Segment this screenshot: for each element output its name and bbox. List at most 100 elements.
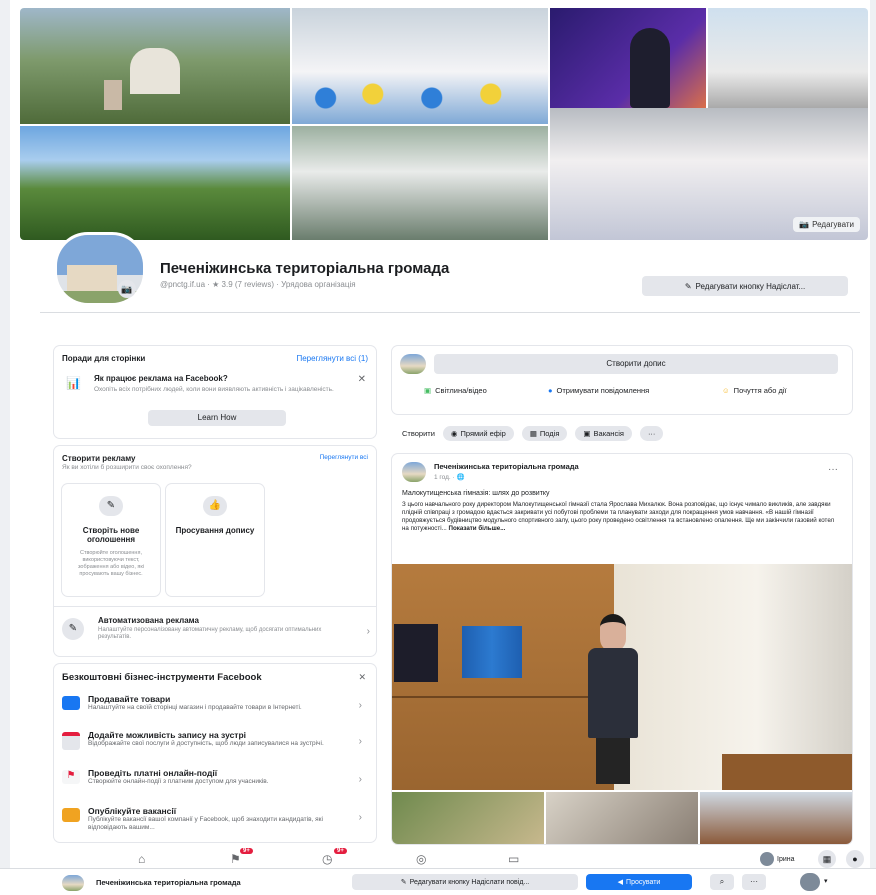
live-button[interactable]: ◉ Прямий ефір — [442, 426, 514, 441]
wand-icon: ✎ — [62, 618, 84, 640]
get-messages-button[interactable]: ● Отримувати повідомлення — [548, 386, 649, 395]
person-figure — [582, 614, 642, 784]
post-thumbnail[interactable] — [546, 792, 698, 844]
search-icon[interactable]: ⌕ — [710, 874, 734, 890]
event-icon: ⚑ — [62, 770, 80, 784]
tips-title: Поради для сторінки — [62, 354, 146, 363]
see-more-link[interactable]: Показати більше... — [449, 525, 506, 532]
pencil-icon: ✎ — [400, 879, 407, 886]
composer-card: Створити допис ▣ Світлина/відео ● Отримува… — [392, 346, 852, 414]
chevron-down-icon[interactable]: ▾ — [824, 877, 828, 885]
marketplace-icon[interactable]: ◎ — [416, 852, 426, 866]
menu-grid-icon[interactable]: ▦ — [818, 850, 836, 868]
create-post-input[interactable]: Створити допис — [434, 354, 838, 374]
wooden-cabinet — [392, 564, 614, 790]
profile-switcher[interactable]: Ірина — [760, 852, 795, 866]
tools-card: Безкоштовні бізнес-інструменти Facebook … — [54, 664, 376, 842]
pencil-icon: ✎ — [684, 281, 692, 291]
chevron-right-icon[interactable]: › — [367, 626, 370, 637]
tools-title: Безкоштовні бізнес-інструменти Facebook — [62, 672, 262, 683]
edit-send-button[interactable]: ✎ Редагувати кнопку Надіслат... — [642, 276, 848, 296]
tool-sell-products[interactable]: Продавайте товари Налаштуйте на своїй сто… — [62, 694, 368, 712]
close-icon[interactable]: ✕ — [358, 672, 366, 683]
flag-icon[interactable]: ⚑ — [230, 852, 241, 866]
auto-ads-title[interactable]: Автоматизована реклама — [98, 616, 199, 625]
chevron-right-icon: › — [358, 700, 362, 711]
sticky-page-name: Печеніжинська територіальна громада — [96, 878, 241, 887]
event-button[interactable]: ▦ Подія — [521, 426, 568, 441]
close-icon[interactable]: ✕ — [358, 374, 366, 385]
notification-badge: 9+ — [334, 848, 347, 854]
ads-icon[interactable]: ▭ — [508, 852, 519, 866]
boost-post-option[interactable]: 👍 Просування допису — [166, 484, 264, 596]
divider — [40, 312, 860, 313]
create-bar: Створити ◉ Прямий ефір ▦ Подія ▣ Вакансія ·… — [402, 426, 664, 441]
photo-video-button[interactable]: ▣ Світлина/відео — [424, 386, 487, 395]
chart-icon: 📊 — [66, 376, 81, 390]
ads-card: Створити рекламу Як ви хотіли б розширит… — [54, 446, 376, 656]
messenger-icon[interactable]: ● — [846, 850, 864, 868]
avatar — [760, 852, 774, 866]
post-thumbnail[interactable] — [700, 792, 852, 844]
post-headline: Малокутищенська гімназія: шлях до розвит… — [402, 490, 550, 497]
briefcase-icon: ▣ — [583, 429, 591, 438]
create-ad-text: Створюйте оголошення, використовуючи тек… — [77, 550, 145, 577]
home-icon[interactable]: ⌂ — [138, 852, 145, 866]
create-ad-option[interactable]: ✎ Створіть нове оголошення Створюйте ого… — [62, 484, 160, 596]
chevron-right-icon: › — [358, 812, 362, 823]
promote-button[interactable]: ◀ Просувати — [586, 874, 692, 890]
avatar[interactable] — [800, 873, 820, 891]
post-body: З цього навчального року директором Мало… — [402, 501, 835, 532]
avatar — [400, 354, 426, 374]
notification-badge: 9+ — [240, 848, 253, 854]
clock-icon[interactable]: ◷ — [322, 852, 332, 866]
camera-icon[interactable]: 📷 — [118, 280, 136, 298]
post-author[interactable]: Печеніжинська територіальна громада — [434, 462, 579, 471]
tips-see-all-link[interactable]: Переглянути всі (1) — [296, 354, 368, 363]
page-subtitle: @pnctg.if.ua · ★ 3.9 (7 reviews) · Урядо… — [160, 280, 356, 289]
camera-icon: 📷 — [799, 220, 810, 229]
cover-parade-photo — [708, 8, 868, 124]
smile-icon: ☺ — [722, 386, 730, 395]
cover-photo[interactable]: 📷 Редагувати — [20, 8, 868, 240]
cover-group-photo — [292, 126, 548, 240]
create-ad-title: Створіть нове оголошення — [82, 526, 140, 544]
more-icon[interactable]: ··· — [742, 874, 766, 890]
post-card: Печеніжинська територіальна громада 1 го… — [392, 454, 852, 844]
more-icon[interactable]: ··· — [639, 426, 664, 441]
sticky-page-bar: Печеніжинська територіальна громада ✎ Ред… — [0, 868, 876, 895]
avatar — [402, 462, 426, 482]
boost-post-title: Просування допису — [175, 526, 255, 535]
post-photo[interactable] — [392, 564, 852, 790]
feeling-button[interactable]: ☺ Почуття або дії — [722, 386, 787, 395]
avatar — [62, 875, 84, 891]
cover-speaker-photo — [550, 8, 706, 124]
post-time[interactable]: 1 год. · 🌐 — [434, 473, 465, 481]
messenger-icon: ● — [548, 386, 553, 395]
tool-paid-events[interactable]: ⚑ Проведіть платні онлайн-події Створюйте… — [62, 768, 368, 786]
page-title: Печеніжинська територіальна громада — [160, 260, 450, 277]
cover-mountains-photo — [20, 126, 290, 240]
more-icon[interactable]: ··· — [828, 464, 838, 475]
divider — [54, 606, 376, 607]
ads-subtitle: Як ви хотіли б розширити своє охоплення? — [62, 464, 192, 471]
shop-icon — [62, 696, 80, 710]
post-thumbnail[interactable] — [392, 792, 544, 844]
cover-children-photo — [292, 8, 548, 124]
tips-card: Поради для сторінки Переглянути всі (1) … — [54, 346, 376, 438]
desk — [722, 754, 852, 790]
auto-ads-text: Налаштуйте персоналізовану автоматичну р… — [98, 627, 322, 640]
edit-icon: ✎ — [99, 496, 123, 516]
tips-item-title: Як працює реклама на Facebook? — [94, 374, 228, 383]
briefcase-icon — [62, 808, 80, 822]
job-button[interactable]: ▣ Вакансія — [575, 426, 632, 441]
tool-appointments[interactable]: Додайте можливість запису на зустрі Відоб… — [62, 730, 368, 750]
ads-see-all-link[interactable]: Переглянути всі — [320, 454, 368, 461]
tool-jobs[interactable]: Опублікуйте вакансії Публікуйте вакансії … — [62, 806, 368, 832]
calendar-icon — [62, 732, 80, 750]
photo-icon: ▣ — [424, 386, 432, 395]
edit-send-button[interactable]: ✎ Редагувати кнопку Надіслати повід... — [352, 874, 578, 890]
edit-cover-button[interactable]: 📷 Редагувати — [793, 217, 860, 232]
thumbs-up-icon: 👍 — [203, 496, 227, 516]
learn-more-button[interactable]: Learn How — [148, 410, 286, 426]
